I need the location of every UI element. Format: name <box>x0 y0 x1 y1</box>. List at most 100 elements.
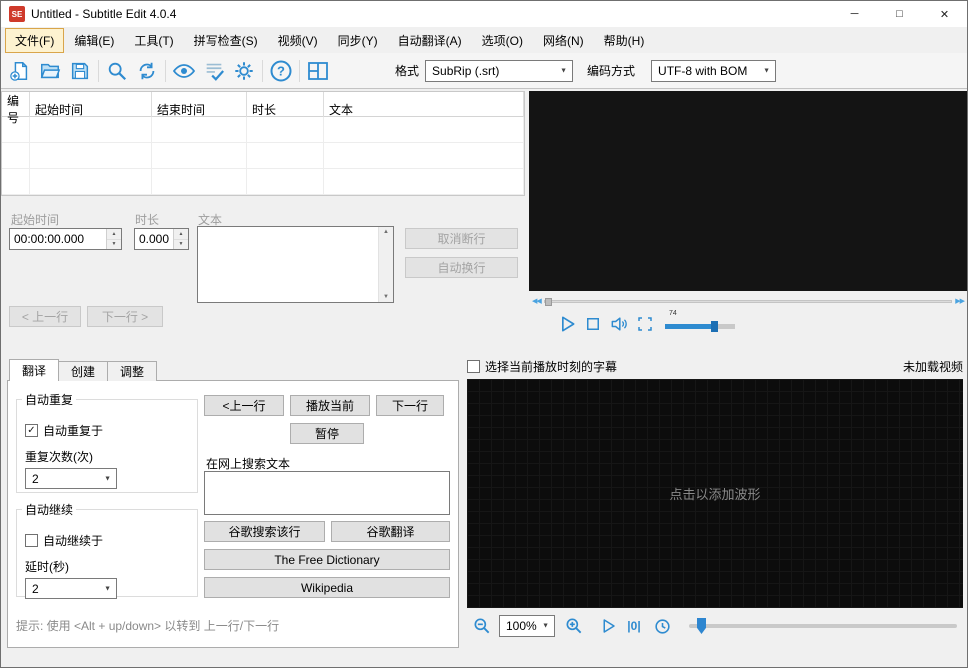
volume-slider[interactable]: 74 <box>665 310 735 336</box>
close-button[interactable]: ✕ <box>922 1 967 27</box>
video-display[interactable] <box>529 91 967 291</box>
menu-help[interactable]: 帮助(H) <box>594 28 655 53</box>
tab-adjust[interactable]: 调整 <box>107 361 158 381</box>
delay-label: 延时(秒) <box>25 560 69 574</box>
subtitle-list[interactable]: 编号 起始时间 结束时间 时长 文本 <box>1 91 525 196</box>
table-row[interactable] <box>2 143 524 169</box>
auto-continue-checkbox[interactable] <box>25 534 38 547</box>
zoom-in-button[interactable] <box>563 615 585 637</box>
waveform-position-thumb[interactable] <box>697 618 706 634</box>
select-current-subtitle-checkbox[interactable] <box>467 360 480 373</box>
translate-next-button[interactable]: 下一行 <box>376 395 444 416</box>
subtitle-text-area[interactable]: ▲ ▼ <box>197 226 394 303</box>
spin-down-icon[interactable]: ▼ <box>107 239 121 249</box>
waveform-placeholder: 点击以添加波形 <box>669 487 761 502</box>
seekbar-thumb[interactable] <box>544 297 552 306</box>
duration-spinner[interactable]: 0.000 ▲ ▼ <box>134 228 189 250</box>
free-dictionary-button[interactable]: The Free Dictionary <box>204 549 450 570</box>
google-translate-button[interactable]: 谷歌翻译 <box>331 521 450 542</box>
encoding-value: UTF-8 with BOM <box>658 63 748 78</box>
layout-button[interactable] <box>303 56 333 86</box>
video-controls: 74 <box>529 310 967 338</box>
menu-autotranslate[interactable]: 自动翻译(A) <box>388 28 472 53</box>
fullscreen-button[interactable] <box>633 312 657 336</box>
pause-button[interactable]: 暂停 <box>290 423 364 444</box>
hint-text: 提示: 使用 <Alt + up/down> 以转到 上一行/下一行 <box>16 619 280 633</box>
waveform-zoom-select[interactable]: 100% ▼ <box>499 615 555 637</box>
replace-button[interactable] <box>132 56 162 86</box>
tab-translate[interactable]: 翻译 <box>9 359 60 381</box>
scroll-down-icon[interactable]: ▼ <box>383 294 389 300</box>
menu-options[interactable]: 选项(O) <box>472 28 533 53</box>
table-row[interactable] <box>2 169 524 195</box>
wikipedia-button[interactable]: Wikipedia <box>204 577 450 598</box>
repeat-count-label: 重复次数(次) <box>25 450 93 464</box>
save-button[interactable] <box>65 56 95 86</box>
play-button[interactable] <box>555 312 579 336</box>
delay-select[interactable]: 2 ▼ <box>25 578 117 599</box>
refresh-arrows-icon <box>139 62 155 79</box>
spellcheck-button[interactable] <box>199 56 229 86</box>
scroll-up-icon[interactable]: ▲ <box>383 229 389 235</box>
auto-repeat-checkbox-row[interactable]: ✓ 自动重复于 <box>25 422 103 439</box>
next-line-button[interactable]: 下一行 > <box>87 306 163 327</box>
auto-repeat-group: 自动重复 ✓ 自动重复于 重复次数(次) 2 ▼ <box>16 391 198 493</box>
find-button[interactable] <box>102 56 132 86</box>
encoding-select[interactable]: UTF-8 with BOM ▼ <box>651 59 777 82</box>
menu-sync[interactable]: 同步(Y) <box>328 28 388 53</box>
help-button[interactable]: ? <box>266 56 296 86</box>
web-search-input[interactable] <box>204 471 450 515</box>
waveform-area[interactable]: 点击以添加波形 <box>467 379 963 608</box>
tab-create[interactable]: 创建 <box>58 361 109 381</box>
translate-prev-button[interactable]: <上一行 <box>204 395 284 416</box>
zoom-out-button[interactable] <box>471 615 493 637</box>
seek-back-icon[interactable]: ◀◀ <box>529 297 544 305</box>
menu-spellcheck[interactable]: 拼写检查(S) <box>184 28 268 53</box>
waveform-play-button[interactable] <box>597 615 619 637</box>
format-select[interactable]: SubRip (.srt) ▼ <box>425 59 574 82</box>
seek-forward-icon[interactable]: ▶▶ <box>952 297 967 305</box>
gear-icon <box>235 61 253 80</box>
chevron-down-icon: ▼ <box>542 622 549 630</box>
menu-tools[interactable]: 工具(T) <box>124 28 183 53</box>
video-seekbar[interactable] <box>543 297 953 306</box>
prev-line-button[interactable]: < 上一行 <box>9 306 81 327</box>
open-button[interactable] <box>35 56 65 86</box>
unbreak-button[interactable]: 取消断行 <box>405 228 518 249</box>
table-row[interactable] <box>2 117 524 143</box>
eye-icon <box>172 63 196 78</box>
menu-network[interactable]: 网络(N) <box>533 28 594 53</box>
preview-button[interactable] <box>169 56 199 86</box>
video-status-text: 未加载视频 <box>902 360 963 374</box>
google-search-button[interactable]: 谷歌搜索该行 <box>204 521 325 542</box>
maximize-button[interactable]: □ <box>877 1 922 27</box>
spin-down-icon[interactable]: ▼ <box>174 239 188 249</box>
textarea-scrollbar[interactable]: ▲ ▼ <box>378 227 393 302</box>
menu-edit[interactable]: 编辑(E) <box>64 28 124 53</box>
delay-value: 2 <box>32 581 39 596</box>
menu-file[interactable]: 文件(F) <box>5 27 65 53</box>
play-current-button[interactable]: 播放当前 <box>290 395 370 416</box>
auto-continue-checkbox-row[interactable]: 自动继续于 <box>25 532 103 549</box>
playback-speed-button[interactable] <box>651 615 673 637</box>
spin-up-icon[interactable]: ▲ <box>107 229 121 240</box>
spin-up-icon[interactable]: ▲ <box>174 229 188 240</box>
volume-value: 74 <box>669 310 677 317</box>
settings-button[interactable] <box>229 56 259 86</box>
volume-thumb[interactable] <box>711 321 719 332</box>
new-button[interactable] <box>5 56 35 86</box>
clock-icon <box>654 618 670 634</box>
volume-track[interactable] <box>665 321 735 332</box>
auto-repeat-checkbox[interactable]: ✓ <box>25 424 38 437</box>
stop-button[interactable] <box>581 312 605 336</box>
waveform-position-slider[interactable] <box>689 618 957 634</box>
start-time-spinner[interactable]: 00:00:00.000 ▲ ▼ <box>9 228 122 250</box>
menu-video[interactable]: 视频(V) <box>268 28 328 53</box>
repeat-count-select[interactable]: 2 ▼ <box>25 468 117 489</box>
mute-button[interactable] <box>607 312 631 336</box>
subtitle-list-header: 编号 起始时间 结束时间 时长 文本 <box>2 92 524 126</box>
toolbar-separator <box>165 59 166 82</box>
minimize-button[interactable]: ─ <box>832 1 877 27</box>
center-at-cursor-button[interactable]: |0| <box>621 615 647 637</box>
autobreak-button[interactable]: 自动换行 <box>405 257 518 278</box>
